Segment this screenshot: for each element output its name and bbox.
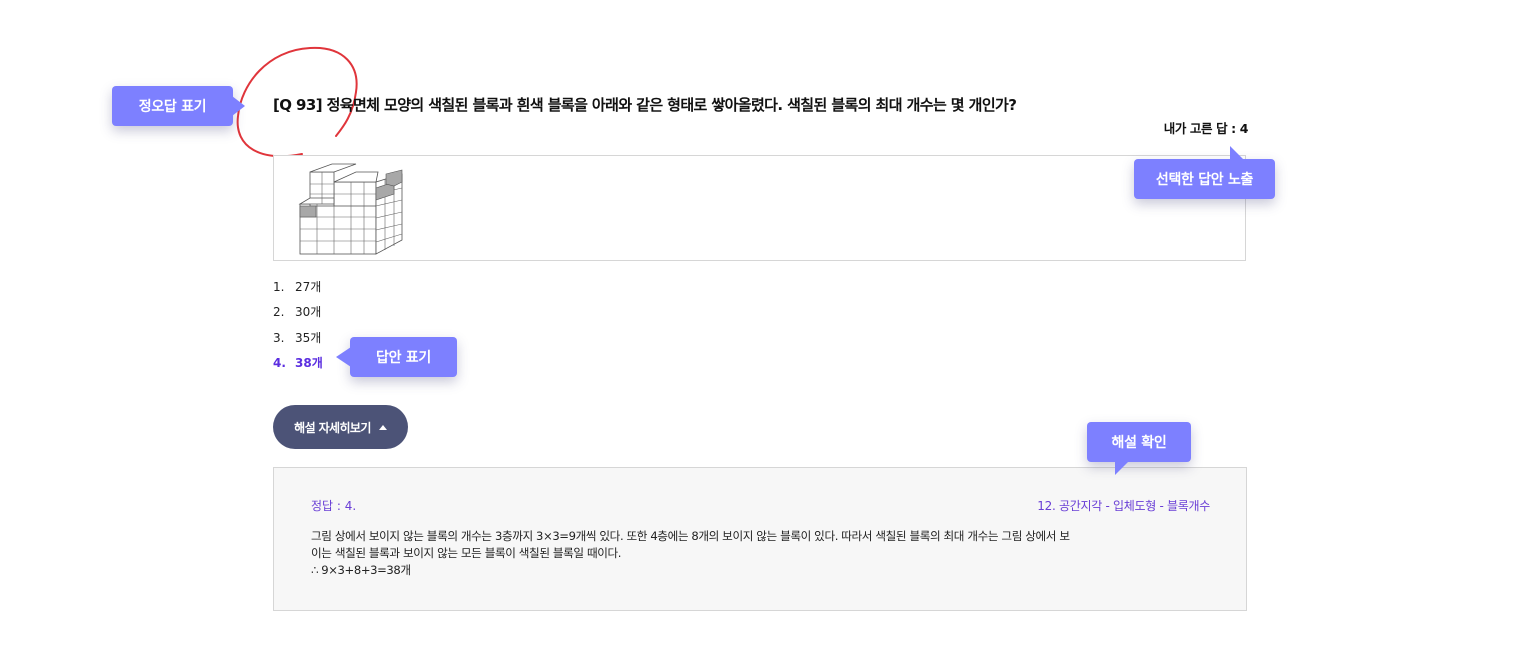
annotation-check-explanation-tag: 해설 확인 bbox=[1087, 422, 1191, 475]
option-text: 30개 bbox=[295, 305, 322, 320]
tag-pointer bbox=[1230, 146, 1244, 160]
annotation-label: 해설 확인 bbox=[1111, 435, 1167, 451]
option-number: 4. bbox=[273, 355, 286, 370]
option-number: 2. bbox=[273, 305, 285, 320]
option-text: 35개 bbox=[295, 330, 322, 345]
tag-pointer bbox=[1115, 461, 1129, 475]
annotation-answer-mark-tag: 답안 표기 bbox=[336, 337, 457, 377]
correct-answer-label: 정답 : 4. bbox=[311, 499, 357, 513]
explanation-toggle-label: 해설 자세히보기 bbox=[294, 420, 371, 435]
answer-options: 1. 27개 2. 30개 3. 35개 4. 38개 bbox=[273, 277, 323, 378]
annotation-label: 답안 표기 bbox=[376, 350, 431, 366]
explanation-text: 그림 상에서 보이지 않는 블록의 개수는 3층까지 3×3=9개씩 있다. 또… bbox=[311, 528, 1214, 579]
option-text: 27개 bbox=[295, 280, 322, 294]
annotation-selected-answer-tag: 선택한 답안 노출 bbox=[1134, 146, 1275, 199]
tag-pointer bbox=[336, 347, 351, 367]
cube-stack-figure bbox=[298, 163, 403, 255]
explanation-line: 이는 색칠된 블록과 보이지 않는 모든 블록이 색칠된 블록일 때이다. bbox=[311, 546, 622, 560]
answer-option-2[interactable]: 2. 30개 bbox=[273, 302, 323, 327]
option-number: 3. bbox=[273, 330, 285, 345]
tag-pointer bbox=[232, 96, 245, 116]
caret-up-icon bbox=[378, 424, 387, 430]
annotation-label: 정오답 표기 bbox=[138, 99, 207, 115]
question-title: [Q 93] 정육면체 모양의 색칠된 블록과 흰색 블록을 아래와 같은 형태… bbox=[273, 96, 1017, 114]
question-image-box bbox=[273, 155, 1246, 261]
explanation-toggle-button[interactable]: 해설 자세히보기 bbox=[273, 405, 408, 449]
explanation-line: ∴ 9×3+8+3=38개 bbox=[311, 563, 411, 577]
annotation-label: 선택한 답안 노출 bbox=[1155, 172, 1254, 188]
annotation-correctness-tag: 정오답 표기 bbox=[112, 86, 245, 126]
explanation-panel: 정답 : 4. 12. 공간지각 - 입체도형 - 블록개수 그림 상에서 보이… bbox=[273, 467, 1247, 611]
question-category: 12. 공간지각 - 입체도형 - 블록개수 bbox=[1037, 499, 1210, 513]
my-answer-label: 내가 고른 답 : 4 bbox=[1163, 121, 1249, 136]
explanation-line: 그림 상에서 보이지 않는 블록의 개수는 3층까지 3×3=9개씩 있다. 또… bbox=[311, 529, 1070, 543]
answer-option-3[interactable]: 3. 35개 bbox=[273, 328, 323, 353]
option-number: 1. bbox=[273, 280, 285, 294]
option-text: 38개 bbox=[295, 355, 323, 370]
answer-option-4-selected[interactable]: 4. 38개 bbox=[273, 353, 323, 378]
answer-option-1[interactable]: 1. 27개 bbox=[273, 277, 323, 302]
